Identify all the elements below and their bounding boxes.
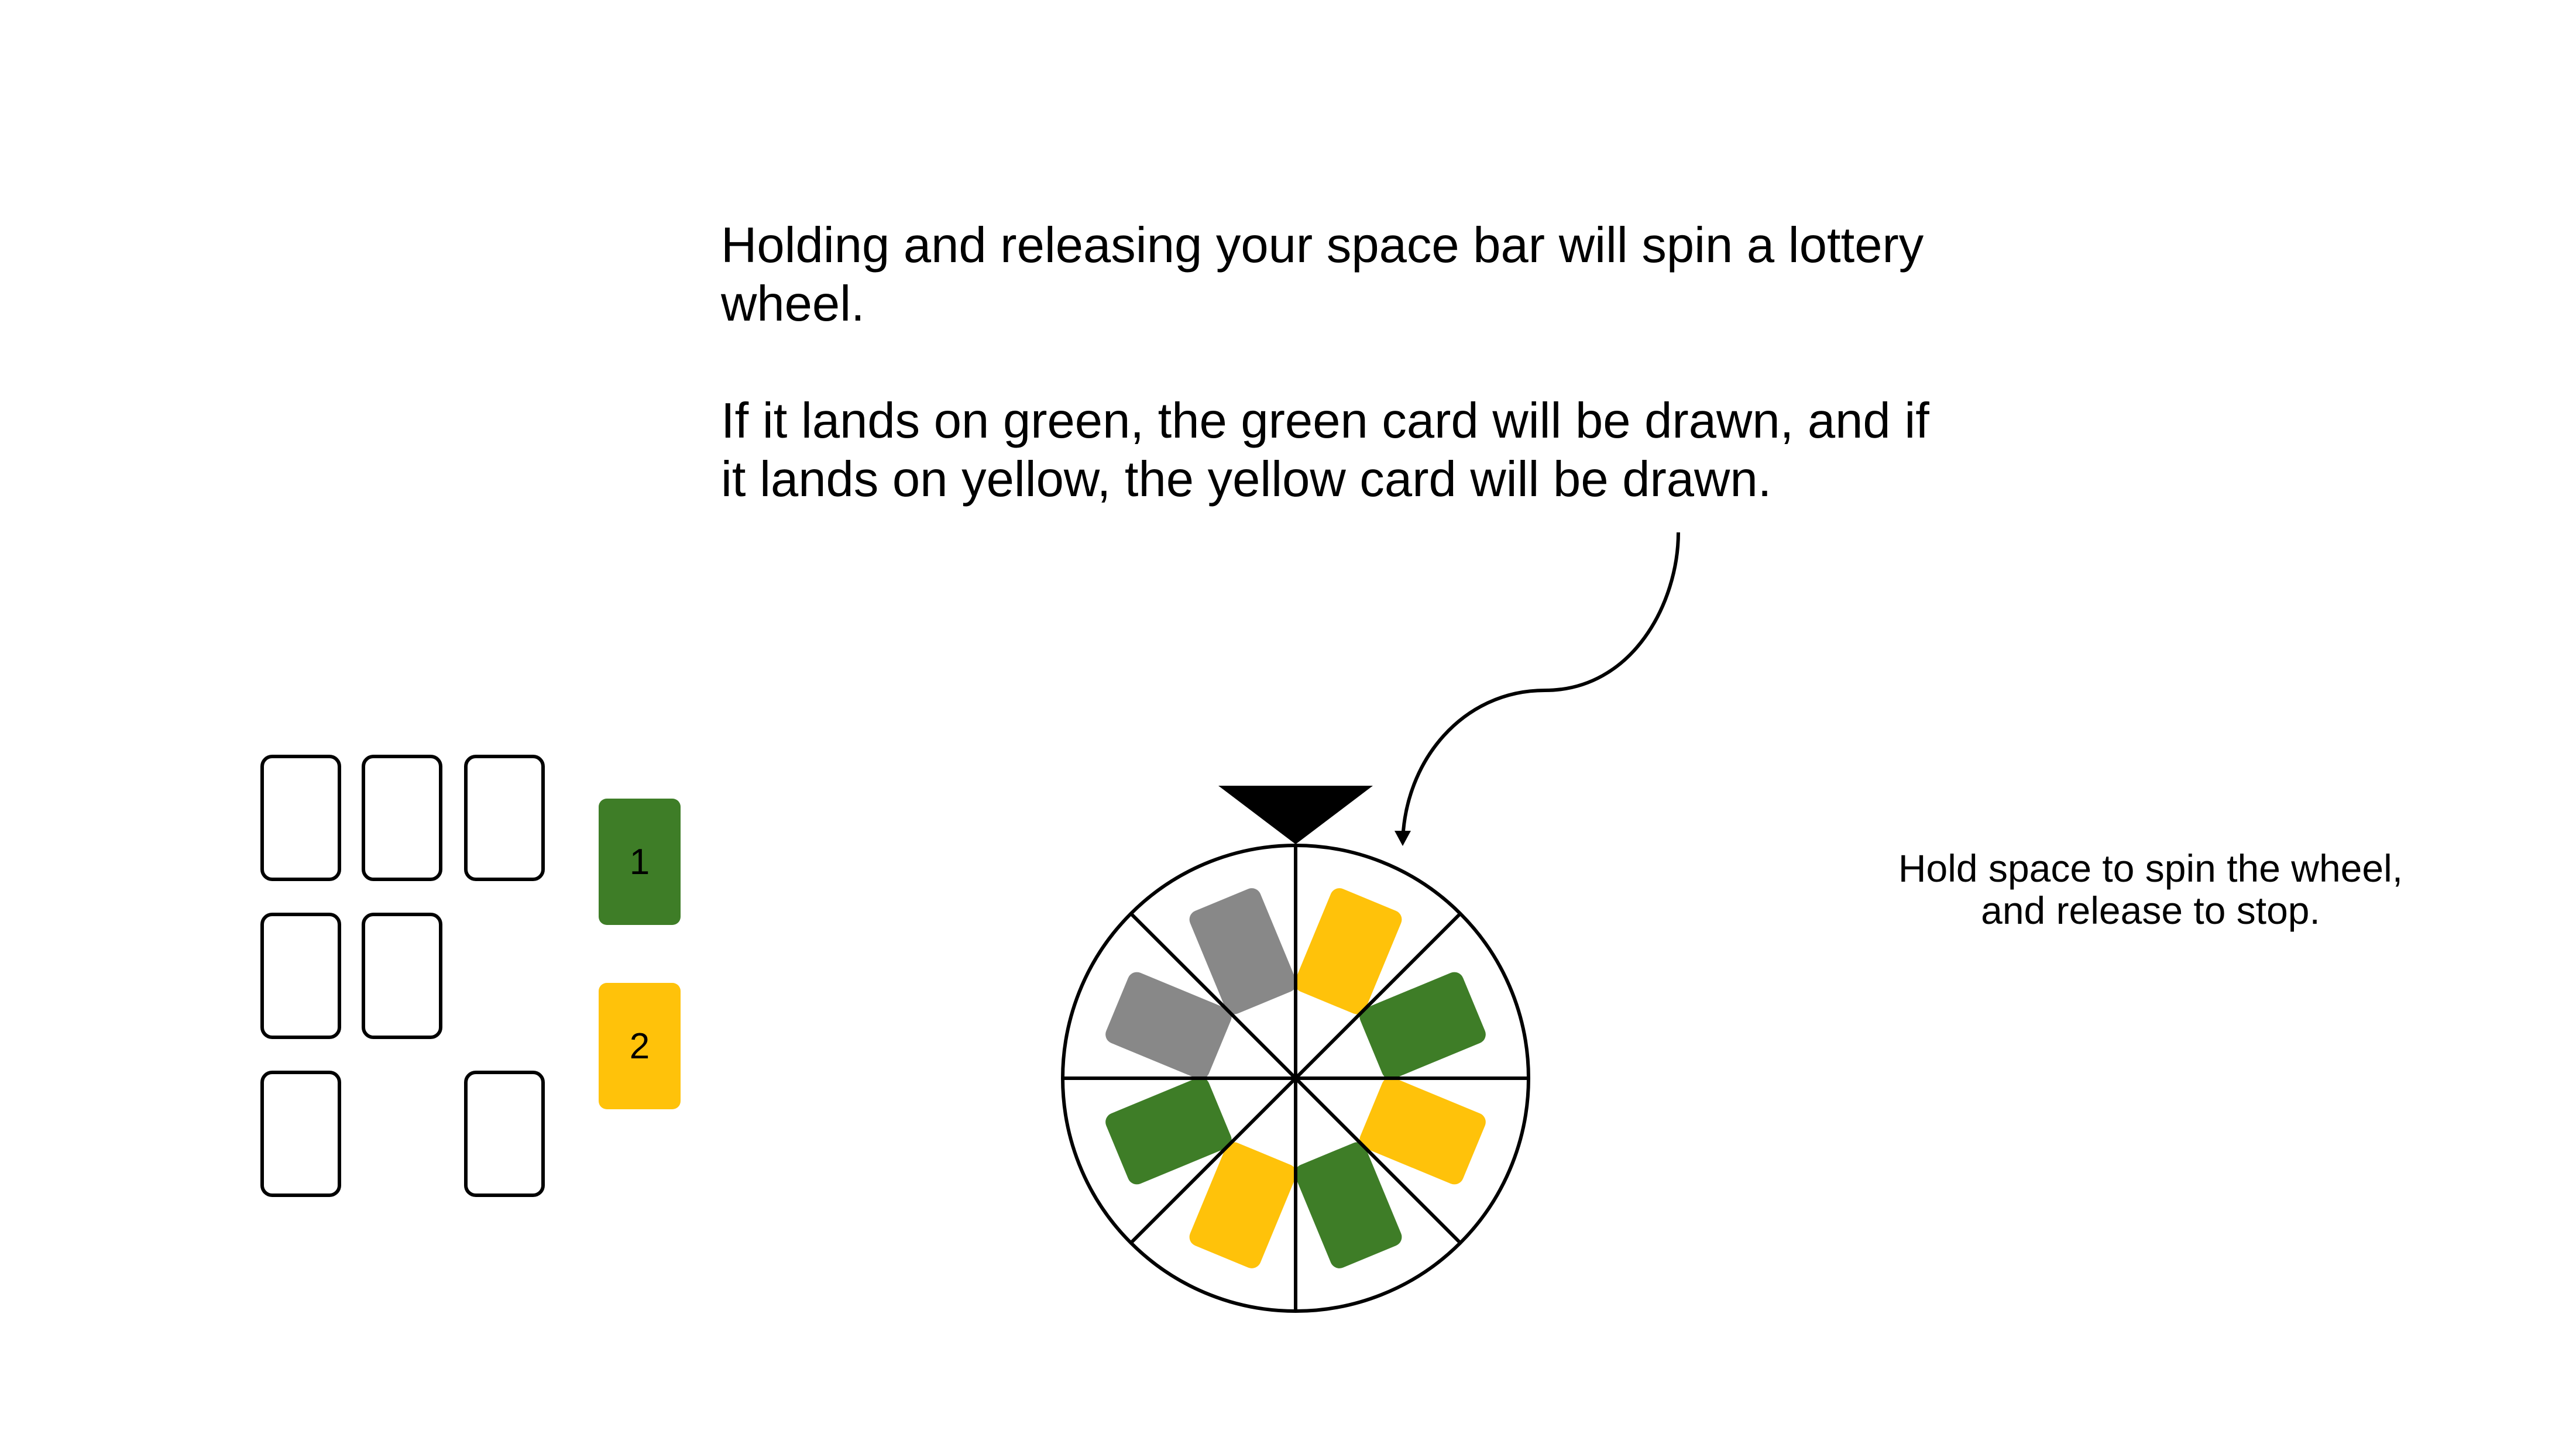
wheel-pointer-icon xyxy=(1218,786,1373,844)
curved-arrow xyxy=(1401,532,1680,843)
lottery-wheel xyxy=(1061,844,1530,1313)
lottery-wheel-diagram xyxy=(1061,532,1680,1313)
arrow-head-icon xyxy=(1395,831,1411,846)
